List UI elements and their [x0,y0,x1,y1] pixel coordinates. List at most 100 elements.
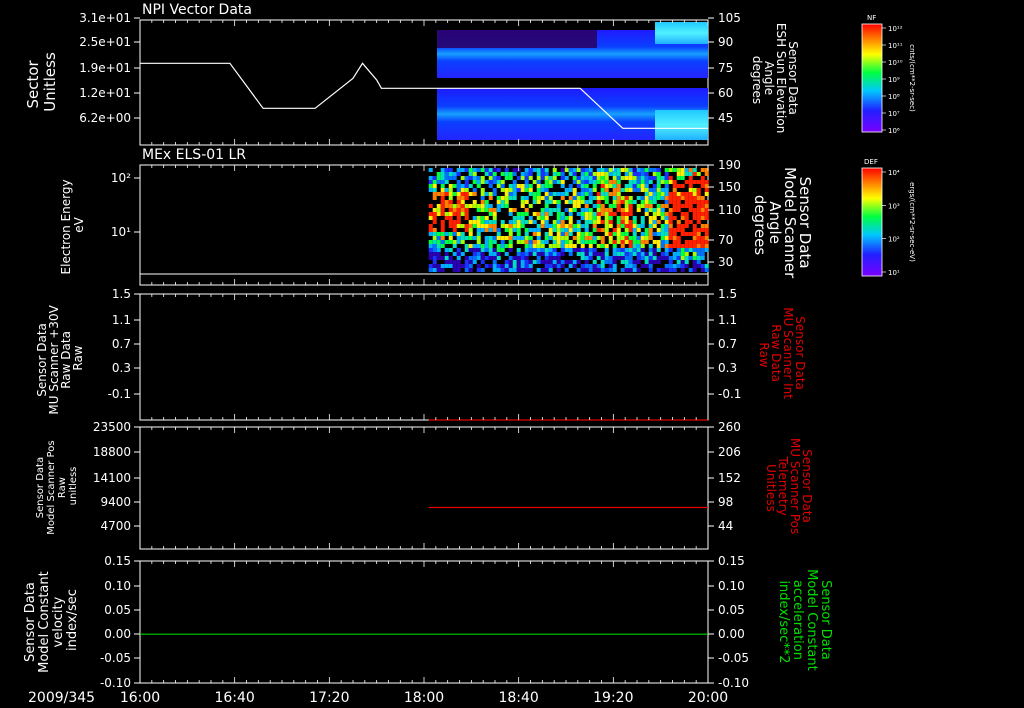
right-tick-label: 30 [718,255,733,269]
spectrogram-cell [664,268,669,272]
spectrogram-cell [496,176,501,180]
spectrogram-cell [524,248,529,252]
spectrogram-cell [608,264,613,268]
spectrogram-cell [664,220,669,224]
spectrogram-cell [596,176,601,180]
spectrogram-cell [664,252,669,256]
spectrogram-cell [544,200,549,204]
spectrogram-cell [552,180,557,184]
right-tick-label: 110 [718,203,741,217]
spectrogram-cell [488,184,493,188]
spectrogram-cell [592,176,597,180]
spectrogram-cell [588,216,593,220]
spectrogram-cell [564,248,569,252]
spectrogram-cell [612,256,617,260]
spectrogram-cell [508,176,513,180]
spectrogram-cell [604,260,609,264]
spectrogram-cell [652,220,657,224]
spectrogram-cell [676,224,681,228]
spectrogram-cell [580,208,585,212]
spectrogram-cell [616,228,621,232]
spectrogram-cell [688,196,693,200]
spectrogram-cell [620,168,625,172]
spectrogram-cell [612,240,617,244]
spectrogram-cell [700,228,705,232]
spectrogram-cell [536,176,541,180]
spectrogram-cell [652,176,657,180]
spectrogram-cell [568,228,573,232]
spectrogram-cell [512,256,517,260]
spectrogram-cell [640,196,645,200]
spectrogram-cell [560,228,565,232]
spectrogram-cell [484,168,489,172]
spectrogram-cell [504,224,509,228]
spectrogram-cell [548,252,553,256]
spectrogram-cell [692,244,697,248]
spectrogram-cell [448,256,453,260]
spectrogram-cell [588,168,593,172]
spectrogram-cell [432,252,437,256]
spectrogram-cell [512,168,517,172]
spectrogram-cell [492,192,497,196]
spectrogram-cell [556,236,561,240]
spectrogram-cell [664,216,669,220]
spectrogram-cell [564,216,569,220]
spectrogram-cell [500,200,505,204]
spectrogram-cell [580,236,585,240]
spectrogram-cell [508,260,513,264]
spectrogram-cell [512,228,517,232]
spectrogram-cell [600,180,605,184]
spectrogram-cell [456,208,461,212]
spectrogram-cell [524,228,529,232]
spectrogram-cell [536,256,541,260]
spectrogram-cell [636,180,641,184]
spectrogram-cell [628,176,633,180]
spectrogram-cell [540,216,545,220]
spectrogram-cell [520,176,525,180]
spectrogram-cell [532,220,537,224]
spectrogram-cell [472,236,477,240]
spectrogram-cell [640,264,645,268]
spectrogram-cell [580,244,585,248]
spectrogram-cell [660,216,665,220]
spectrogram-cell [696,236,701,240]
spectrogram-cell [656,260,661,264]
spectrogram-cell [604,176,609,180]
spectrogram-cell [692,180,697,184]
spectrogram-cell [484,180,489,184]
spectrogram-cell [564,208,569,212]
spectrogram-cell [600,260,605,264]
spectrogram-cell [700,176,705,180]
spectrogram-cell [568,196,573,200]
spectrogram-cell [472,248,477,252]
spectrogram-cell [624,240,629,244]
spectrogram-cell [628,200,633,204]
spectrogram-cell [536,180,541,184]
spectrogram-cell [672,200,677,204]
spectrogram-cell [536,172,541,176]
spectrogram-cell [700,204,705,208]
spectrogram-cell [564,268,569,272]
left-tick-label: 0.10 [104,579,131,593]
spectrogram-cell [480,176,485,180]
spectrogram-cell [560,232,565,236]
spectrogram-cell [548,268,553,272]
spectrogram-cell [700,208,705,212]
spectrogram-cell [428,264,433,268]
spectrogram-cell [528,184,533,188]
panel-title: NPI Vector Data [142,2,252,18]
spectrogram-cell [480,252,485,256]
spectrogram-cell [452,260,457,264]
spectrogram-cell [460,212,465,216]
spectrogram-cell [648,216,653,220]
spectrogram-cell [648,264,653,268]
spectrogram-cell [524,176,529,180]
spectrogram-cell [596,168,601,172]
spectrogram-cell [692,216,697,220]
spectrogram-cell [624,252,629,256]
spectrogram-cell [516,212,521,216]
spectrogram-cell [604,180,609,184]
spectrogram-cell [660,240,665,244]
spectrogram-cell [692,200,697,204]
spectrogram-cell [688,208,693,212]
